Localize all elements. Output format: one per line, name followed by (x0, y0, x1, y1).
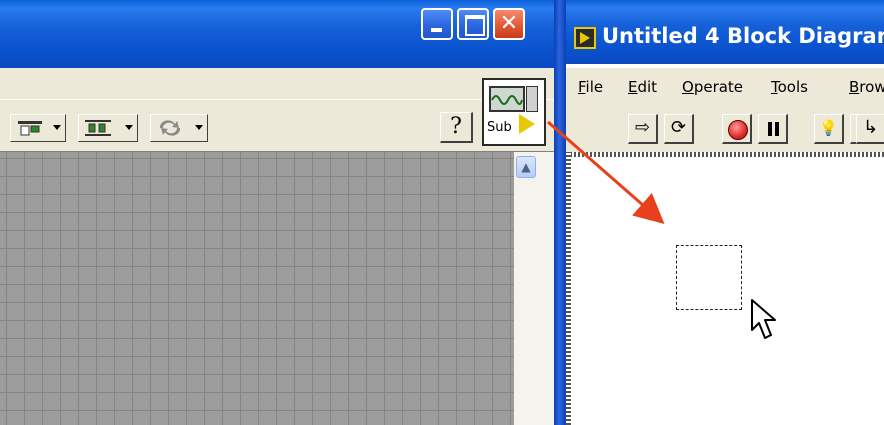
align-objects-icon (18, 121, 42, 136)
close-icon: ✕ (499, 11, 519, 36)
window-title: Untitled 4 Block Diagram (602, 24, 884, 48)
reorder-icon (159, 120, 181, 136)
front-panel-window: ✕ ? Sub ▲ (0, 0, 554, 425)
chevron-down-icon (195, 125, 203, 130)
block-diagram-window: Untitled 4 Block Diagram File Edit Opera… (566, 0, 884, 425)
menu-edit[interactable]: Edit (628, 78, 657, 96)
waveform-icon (491, 95, 523, 105)
step-into-icon: ↳ (862, 117, 879, 138)
align-objects-dropdown[interactable] (10, 114, 66, 142)
highlight-execution-button[interactable]: 💡 (814, 114, 844, 144)
block-diagram-title-bar[interactable]: Untitled 4 Block Diagram (566, 0, 884, 64)
run-arrow-icon: ⇨ (634, 117, 651, 138)
canvas-border (566, 152, 884, 157)
front-panel-menu-bar (0, 68, 554, 100)
menu-file[interactable]: File (578, 78, 603, 96)
labview-vi-icon (574, 27, 596, 49)
vi-icon-label: Sub (487, 120, 512, 135)
menu-browse[interactable]: Browse (849, 78, 884, 96)
context-help-button[interactable]: ? (440, 112, 473, 143)
chevron-down-icon (53, 125, 61, 130)
run-continuously-icon: ⟳ (670, 117, 687, 138)
block-diagram-toolbar: ⇨ ⟳ 💡 ⚲ (566, 104, 884, 152)
distribute-objects-icon (85, 120, 111, 136)
canvas-border (566, 152, 571, 425)
maximize-button[interactable] (457, 8, 489, 40)
distribute-objects-dropdown[interactable] (78, 114, 138, 142)
window-border (554, 0, 566, 425)
menu-operate[interactable]: Operate (682, 78, 743, 96)
help-icon: ? (450, 114, 462, 139)
run-continuously-button[interactable]: ⟳ (664, 114, 694, 144)
drop-placement-outline (676, 245, 742, 310)
chevron-up-icon: ▲ (521, 160, 531, 174)
abort-execution-button[interactable] (722, 114, 752, 144)
lightbulb-icon: 💡 (819, 119, 838, 137)
pause-button[interactable] (758, 114, 788, 144)
run-arrow-icon (519, 114, 535, 134)
front-panel-grid[interactable] (0, 152, 514, 425)
block-diagram-menu-bar: File Edit Operate Tools Browse (566, 68, 884, 104)
waveform-screen-icon (489, 86, 525, 112)
step-into-button[interactable]: ↳ (856, 114, 884, 144)
menu-tools[interactable]: Tools (771, 78, 808, 96)
front-panel-title-bar[interactable]: ✕ (0, 0, 554, 68)
scroll-up-button[interactable]: ▲ (516, 156, 536, 178)
chevron-down-icon (125, 125, 133, 130)
minimize-button[interactable] (421, 8, 453, 40)
reorder-dropdown[interactable] (150, 114, 208, 142)
vertical-scrollbar[interactable]: ▲ (514, 152, 554, 425)
stop-icon (728, 120, 748, 140)
knob-icon (526, 86, 538, 112)
subvi-connector-icon[interactable]: Sub (482, 78, 546, 146)
close-button[interactable]: ✕ (493, 8, 525, 40)
run-button[interactable]: ⇨ (628, 114, 658, 144)
